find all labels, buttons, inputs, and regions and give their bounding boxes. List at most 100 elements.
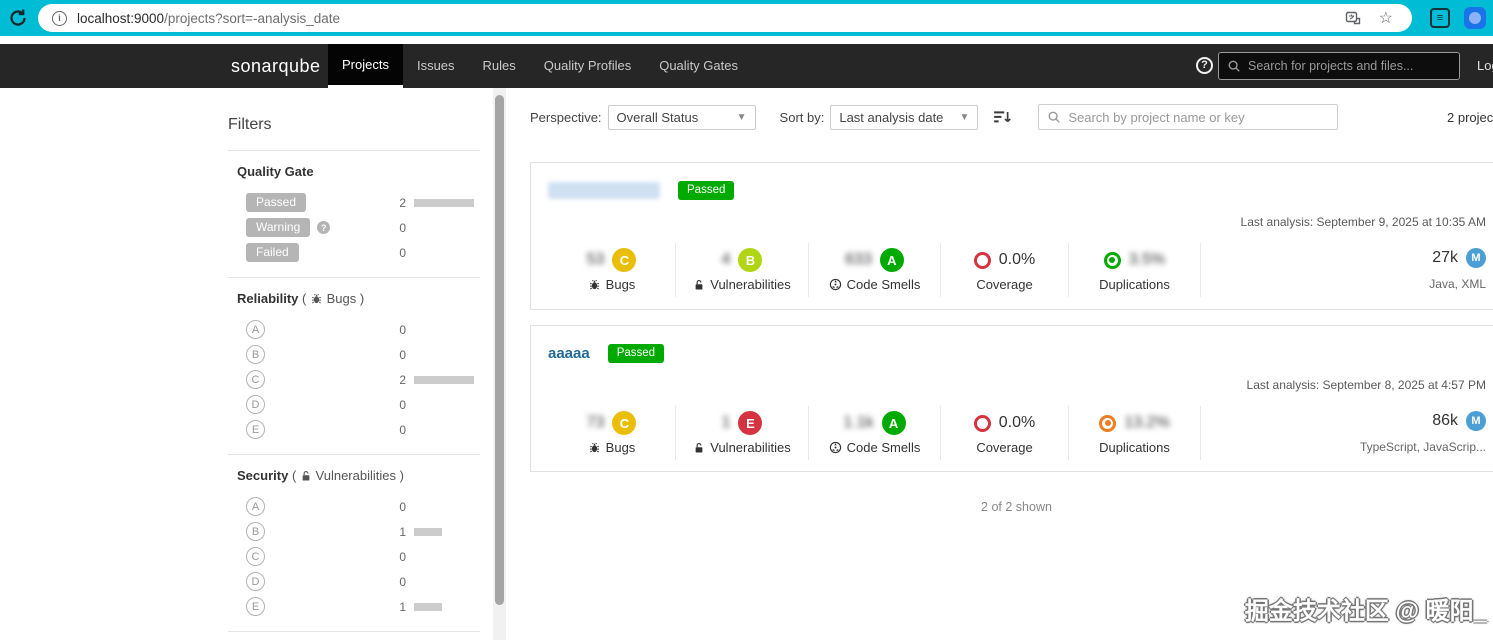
vulnerabilities-count[interactable]: 4 (722, 251, 731, 269)
facet-row-warning[interactable]: Warning ? 0 (246, 215, 480, 240)
url-text[interactable]: localhost:9000/projects?sort=-analysis_d… (77, 11, 340, 26)
facet-row-reliability-d[interactable]: D 0 (246, 392, 480, 417)
sort-select[interactable]: Last analysis date ▼ (830, 104, 979, 130)
facet-row-reliability-e[interactable]: E 0 (246, 417, 480, 442)
facet-row-security-d[interactable]: D 0 (246, 569, 480, 594)
vulnerabilities-rating-badge[interactable]: E (738, 411, 763, 435)
bugs-rating-badge[interactable]: C (612, 248, 637, 272)
facet-count: 2 (399, 372, 406, 387)
global-search[interactable] (1218, 52, 1460, 80)
tab-issues[interactable]: Issues (403, 44, 469, 88)
rating-c-circle[interactable]: C (246, 370, 265, 389)
failed-pill[interactable]: Failed (246, 243, 299, 262)
bookmark-star-icon[interactable]: ☆ (1379, 8, 1393, 28)
tab-projects[interactable]: Projects (328, 44, 403, 88)
metric-vulnerabilities: 1E Vulnerabilities (676, 406, 809, 460)
project-search[interactable] (1038, 104, 1339, 130)
facet-row-reliability-a[interactable]: A 0 (246, 317, 480, 342)
refresh-icon[interactable] (8, 8, 28, 28)
project-name-link[interactable]: aaaaa (548, 345, 590, 362)
lines-of-code: 86k (1432, 412, 1458, 429)
rating-e-circle[interactable]: E (246, 420, 265, 439)
rating-b-circle[interactable]: B (246, 522, 265, 541)
metric-size: 86k M TypeScript, JavaScrip... (1360, 406, 1493, 454)
facet-row-security-e[interactable]: E 1 (246, 594, 480, 619)
warning-help-icon[interactable]: ? (317, 221, 331, 234)
metric-coverage: 0.0% Coverage (941, 243, 1069, 297)
extension-icon[interactable]: ≡ (1430, 8, 1450, 28)
duplications-value[interactable]: 13.2% (1124, 414, 1169, 432)
sort-value: Last analysis date (839, 109, 944, 125)
facet-row-security-b[interactable]: B 1 (246, 519, 480, 544)
rating-d-circle[interactable]: D (246, 395, 265, 414)
duplications-icon (1103, 251, 1121, 269)
rating-c-circle[interactable]: C (246, 547, 265, 566)
metric-code-smells: 633 A Code Smells (809, 243, 941, 297)
metric-code-smells: 1.1k A Code Smells (809, 406, 941, 460)
profile-icon[interactable] (1464, 7, 1486, 29)
metric-coverage: 0.0% Coverage (941, 406, 1069, 460)
duplications-value[interactable]: 3.5% (1129, 251, 1165, 269)
filters-sidebar: Filters Quality Gate Passed 2 Warning ? … (228, 116, 480, 640)
facet-title-reliability: Reliability (237, 291, 299, 306)
vulnerabilities-count[interactable]: 1 (722, 414, 731, 432)
browser-bar: i localhost:9000/projects?sort=-analysis… (0, 0, 1493, 36)
project-name-redacted[interactable] (548, 182, 660, 199)
last-analysis-date: Last analysis: September 8, 2025 at 4:57… (1246, 378, 1486, 392)
facet-reliability: Reliability ( Bugs ) A 0 B 0 C 2 D 0 E 0 (228, 277, 480, 454)
facet-row-security-a[interactable]: A 0 (246, 494, 480, 519)
passed-pill[interactable]: Passed (246, 193, 307, 212)
bugs-count[interactable]: 73 (587, 414, 605, 432)
paren: ( (302, 291, 307, 306)
tab-rules[interactable]: Rules (469, 44, 530, 88)
address-bar[interactable]: i localhost:9000/projects?sort=-analysis… (38, 4, 1412, 32)
bug-icon (589, 442, 599, 453)
facet-row-reliability-b[interactable]: B 0 (246, 342, 480, 367)
rating-d-circle[interactable]: D (246, 572, 265, 591)
facet-bar (414, 198, 474, 207)
facet-count: 0 (399, 422, 406, 437)
warning-pill[interactable]: Warning (246, 218, 311, 237)
perspective-select[interactable]: Overall Status ▼ (607, 104, 756, 130)
scrollbar[interactable] (493, 88, 506, 640)
facet-title-security: Security (237, 468, 289, 483)
facet-row-reliability-c[interactable]: C 2 (246, 367, 480, 392)
login-link[interactable]: Log in (1477, 44, 1493, 88)
project-search-input[interactable] (1068, 109, 1330, 125)
site-info-icon[interactable]: i (52, 10, 67, 26)
bugs-count[interactable]: 53 (587, 251, 605, 269)
bug-icon (589, 279, 599, 290)
tab-quality-profiles[interactable]: Quality Profiles (530, 44, 645, 88)
search-icon (1048, 111, 1061, 123)
global-search-input[interactable] (1248, 59, 1451, 73)
coverage-value[interactable]: 0.0% (999, 414, 1035, 432)
facet-bar-zone (414, 375, 480, 384)
quality-gate-status-badge: Passed (607, 344, 665, 363)
sort-direction-icon[interactable] (993, 108, 1012, 126)
vulnerabilities-label: Vulnerabilities (710, 440, 791, 455)
facet-row-security-c[interactable]: C 0 (246, 544, 480, 569)
code-smells-count[interactable]: 633 (845, 251, 872, 269)
last-analysis-date: Last analysis: September 9, 2025 at 10:3… (1240, 215, 1486, 229)
help-icon[interactable]: ? (1196, 57, 1213, 74)
facet-count: 2 (399, 195, 406, 210)
facet-row-failed[interactable]: Failed 0 (246, 240, 480, 265)
rating-a-circle[interactable]: A (246, 320, 265, 339)
bugs-rating-badge[interactable]: C (612, 411, 637, 435)
vulnerabilities-rating-badge[interactable]: B (738, 248, 763, 272)
tab-quality-gates[interactable]: Quality Gates (645, 44, 752, 88)
rating-b-circle[interactable]: B (246, 345, 265, 364)
coverage-label: Coverage (976, 277, 1033, 292)
code-smells-rating-badge[interactable]: A (879, 248, 904, 272)
metrics-row: 53 C Bugs 4B Vulnerabilities 633 A Code Sm… (548, 243, 1493, 297)
rating-e-circle[interactable]: E (246, 597, 265, 616)
projects-count: 2 projects (1447, 110, 1493, 125)
scrollbar-thumb[interactable] (495, 95, 504, 605)
rating-a-circle[interactable]: A (246, 497, 265, 516)
translate-icon[interactable] (1345, 10, 1361, 26)
facet-row-passed[interactable]: Passed 2 (246, 190, 480, 215)
sonarqube-logo[interactable]: sonarqube (231, 44, 321, 88)
code-smells-rating-badge[interactable]: A (881, 411, 906, 435)
code-smells-count[interactable]: 1.1k (843, 414, 873, 432)
coverage-value[interactable]: 0.0% (999, 251, 1035, 269)
